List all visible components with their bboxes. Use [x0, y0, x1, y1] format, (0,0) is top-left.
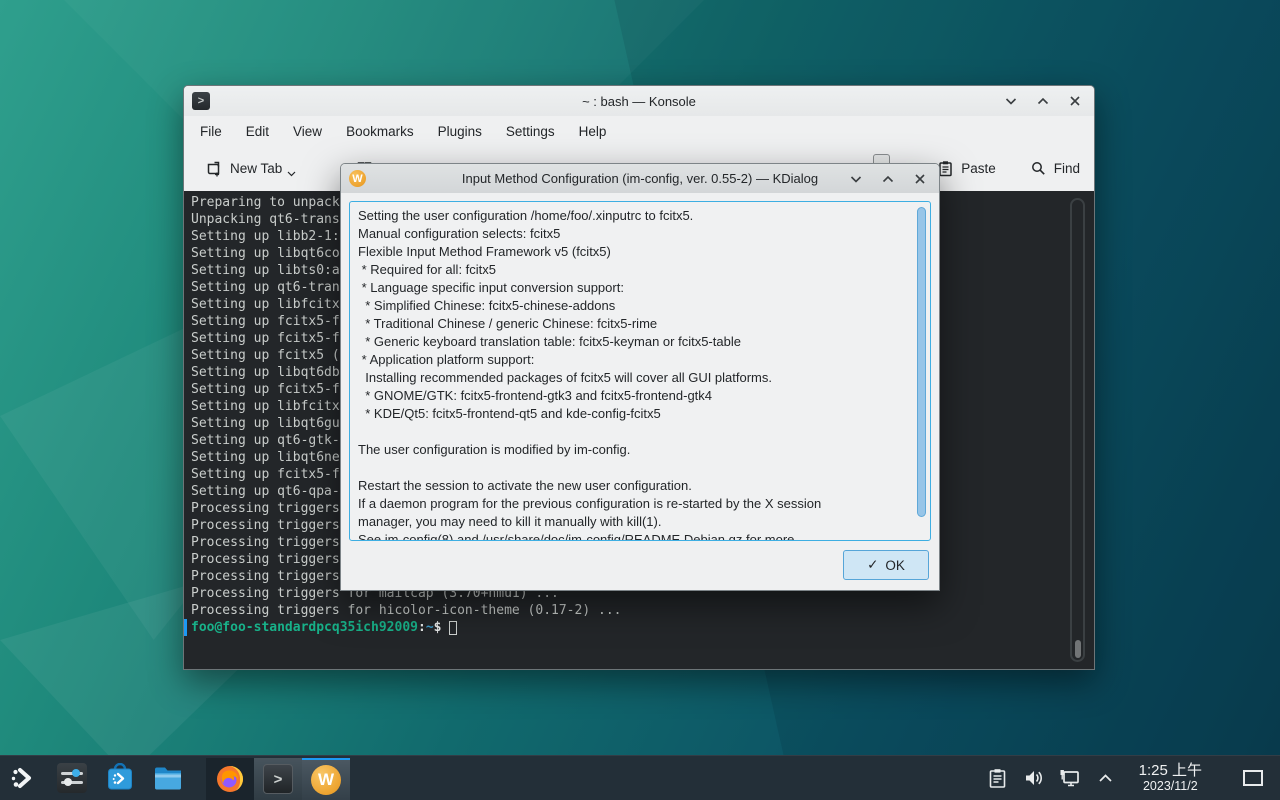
terminal-scrollbar[interactable] — [1070, 198, 1085, 662]
kdialog-text-line: If a daemon program for the previous con… — [358, 495, 906, 513]
kdialog-text-line: Manual configuration selects: fcitx5 — [358, 225, 906, 243]
system-settings-launcher[interactable] — [48, 756, 96, 800]
kdialog-text-line: * Language specific input conversion sup… — [358, 279, 906, 297]
kdialog-text-line: Restart the session to activate the new … — [358, 477, 906, 495]
close-icon[interactable] — [911, 170, 929, 188]
clock-date: 2023/11/2 — [1139, 779, 1202, 793]
folder-icon — [152, 763, 184, 793]
kdialog-text-line: * Generic keyboard translation table: fc… — [358, 333, 906, 351]
new-tab-label: New Tab — [230, 161, 282, 176]
menu-item[interactable]: View — [281, 120, 334, 143]
menu-item[interactable]: File — [188, 120, 234, 143]
kdialog-button-row: ✓ OK — [341, 540, 939, 590]
kdialog-task[interactable]: W — [302, 758, 350, 800]
firefox-icon — [214, 763, 246, 795]
discover-icon — [105, 763, 135, 793]
clock-time: 1:25 上午 — [1139, 762, 1202, 779]
terminal-line: Processing triggers for hicolor-icon-the… — [191, 602, 1094, 619]
app-launcher-button[interactable] — [0, 756, 48, 800]
digital-clock[interactable]: 1:25 上午 2023/11/2 — [1129, 762, 1212, 794]
menu-item[interactable]: Bookmarks — [334, 120, 426, 143]
konsole-window-title: ~ : bash — Konsole — [184, 94, 1094, 109]
new-tab-button[interactable]: New Tab — [202, 154, 300, 183]
terminal-scrollbar-thumb[interactable] — [1075, 640, 1081, 658]
minimize-icon[interactable] — [1002, 92, 1020, 110]
maximize-icon[interactable] — [1034, 92, 1052, 110]
volume-tray-icon[interactable] — [1021, 765, 1047, 791]
kdialog-text-line: The user configuration is modified by im… — [358, 441, 906, 459]
kdialog-text-line: * Traditional Chinese / generic Chinese:… — [358, 315, 906, 333]
kdialog-window: W Input Method Configuration (im-config,… — [340, 163, 940, 591]
kdialog-text-line — [358, 423, 906, 441]
paste-button[interactable]: Paste — [933, 154, 1000, 183]
find-button[interactable]: Find — [1026, 154, 1084, 183]
maximize-icon[interactable] — [879, 170, 897, 188]
show-desktop-button[interactable] — [1236, 756, 1270, 800]
konsole-task[interactable]: > — [254, 758, 302, 800]
ok-button[interactable]: ✓ OK — [843, 550, 929, 580]
kdialog-text-line: * Application platform support: — [358, 351, 906, 369]
clipboard-tray-icon[interactable] — [985, 765, 1011, 791]
close-icon[interactable] — [1066, 92, 1084, 110]
konsole-menubar: File Edit View Bookmarks Plugins Setting… — [184, 116, 1094, 146]
check-icon: ✓ — [867, 557, 878, 573]
discover-launcher[interactable] — [96, 756, 144, 800]
minimize-icon[interactable] — [847, 170, 865, 188]
kde-launcher-icon — [9, 763, 39, 793]
prompt-separator: : — [418, 619, 426, 636]
konsole-icon: > — [263, 764, 293, 794]
prompt-symbol: $ — [434, 619, 442, 636]
kdialog-titlebar[interactable]: W Input Method Configuration (im-config,… — [341, 164, 939, 193]
kdialog-text-line: * Simplified Chinese: fcitx5-chinese-add… — [358, 297, 906, 315]
kdialog-scrollbar-thumb[interactable] — [917, 207, 926, 517]
menu-item[interactable]: Help — [567, 120, 619, 143]
prompt-user-host: foo@foo-standardpcq35ich92009 — [191, 619, 418, 636]
konsole-titlebar[interactable]: > ~ : bash — Konsole — [184, 86, 1094, 116]
taskbar-panel: > W — [0, 755, 1280, 800]
prompt-path: ~ — [426, 619, 434, 636]
kdialog-app-icon: W — [349, 170, 366, 187]
new-tab-icon — [206, 160, 223, 177]
find-label: Find — [1054, 161, 1080, 176]
network-tray-icon[interactable] — [1057, 765, 1083, 791]
terminal-cursor — [449, 621, 457, 635]
dolphin-launcher[interactable] — [144, 756, 192, 800]
kdialog-text-line: Installing recommended packages of fcitx… — [358, 369, 906, 387]
kdialog-text-view[interactable]: Setting the user configuration /home/foo… — [349, 201, 931, 541]
firefox-task[interactable] — [206, 758, 254, 800]
menu-item[interactable]: Plugins — [426, 120, 494, 143]
kdialog-text-line: * Required for all: fcitx5 — [358, 261, 906, 279]
kdialog-text-line: * KDE/Qt5: fcitx5-frontend-qt5 and kde-c… — [358, 405, 906, 423]
system-tray: 1:25 上午 2023/11/2 — [985, 756, 1280, 800]
kdialog-text-line — [358, 459, 906, 477]
konsole-app-icon: > — [192, 92, 210, 110]
tray-expand-chevron-icon[interactable] — [1093, 765, 1119, 791]
show-desktop-icon — [1243, 770, 1263, 786]
paste-label: Paste — [961, 161, 996, 176]
menu-item[interactable]: Edit — [234, 120, 281, 143]
settings-sliders-icon — [57, 763, 87, 793]
find-icon — [1030, 160, 1047, 177]
ok-button-label: OK — [885, 558, 905, 573]
terminal-prompt-line: foo@foo-standardpcq35ich92009:~$ — [184, 619, 1094, 636]
kdialog-text-line: Flexible Input Method Framework v5 (fcit… — [358, 243, 906, 261]
chevron-down-icon — [287, 171, 296, 177]
kdialog-text-line: Setting the user configuration /home/foo… — [358, 207, 906, 225]
menu-item[interactable]: Settings — [494, 120, 567, 143]
kdialog-text-line: * GNOME/GTK: fcitx5-frontend-gtk3 and fc… — [358, 387, 906, 405]
kdialog-text-line: manager, you may need to kill it manuall… — [358, 513, 906, 531]
im-config-icon: W — [311, 765, 341, 795]
